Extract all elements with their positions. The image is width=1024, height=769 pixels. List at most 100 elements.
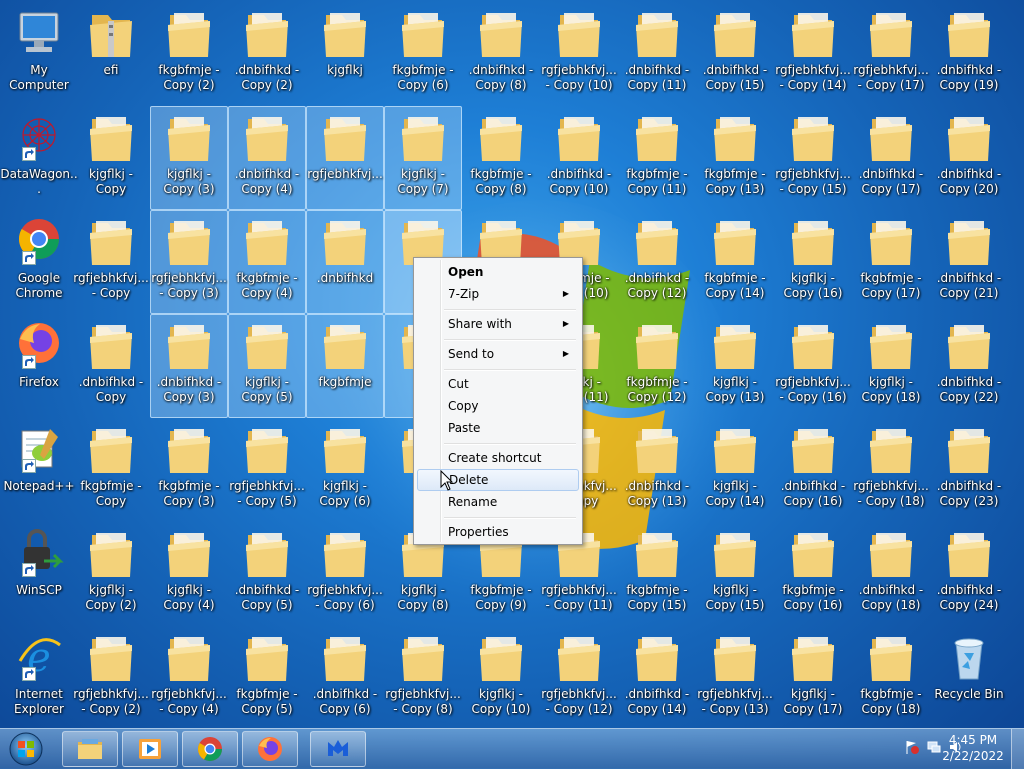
desktop-icon[interactable]: fkgbfmje - Copy (8) [462, 106, 540, 210]
desktop-icon[interactable]: .dnbifhkd - Copy (19) [930, 2, 1008, 106]
taskbar-explorer-button[interactable] [62, 731, 118, 767]
desktop-icon[interactable]: .dnbifhkd - Copy (16) [774, 418, 852, 522]
desktop-icon[interactable]: Notepad++ [0, 418, 78, 522]
desktop-icon[interactable]: rgfjebhkfvj... - Copy (15) [774, 106, 852, 210]
desktop-icon[interactable]: .dnbifhkd - Copy (11) [618, 2, 696, 106]
desktop-icon[interactable]: .dnbifhkd - Copy (12) [618, 210, 696, 314]
desktop-icon[interactable]: .dnbifhkd - Copy (4) [228, 106, 306, 210]
desktop-icon[interactable]: .dnbifhkd - Copy (20) [930, 106, 1008, 210]
action-center-flag-icon[interactable] [904, 739, 920, 755]
desktop-icon[interactable]: My Computer [0, 2, 78, 106]
menu-paste[interactable]: Paste [417, 417, 579, 439]
desktop-icon[interactable]: efi [72, 2, 150, 106]
desktop-icon[interactable]: rgfjebhkfvj... - Copy (2) [72, 626, 150, 730]
desktop-icon[interactable]: .dnbifhkd - Copy (10) [540, 106, 618, 210]
desktop-icon[interactable]: fkgbfmje - Copy (2) [150, 2, 228, 106]
taskbar-chrome-button[interactable] [182, 731, 238, 767]
desktop-icon[interactable]: rgfjebhkfvj... - Copy (16) [774, 314, 852, 418]
desktop-icon[interactable]: rgfjebhkfvj... [306, 106, 384, 210]
menu-share-with[interactable]: Share with ▶ [417, 313, 579, 335]
desktop-icon[interactable]: fkgbfmje - Copy (3) [150, 418, 228, 522]
desktop-icon[interactable]: rgfjebhkfvj... - Copy (10) [540, 2, 618, 106]
desktop-icon[interactable]: kjgflkj - Copy (14) [696, 418, 774, 522]
desktop-icon[interactable]: .dnbifhkd - Copy (15) [696, 2, 774, 106]
desktop-icon[interactable]: fkgbfmje - Copy (18) [852, 626, 930, 730]
desktop-icon[interactable]: .dnbifhkd - Copy (3) [150, 314, 228, 418]
menu-create-shortcut[interactable]: Create shortcut [417, 447, 579, 469]
menu-7zip[interactable]: 7-Zip ▶ [417, 283, 579, 305]
desktop-icon[interactable]: fkgbfmje - Copy (4) [228, 210, 306, 314]
desktop-icon[interactable]: Google Chrome [0, 210, 78, 314]
desktop-icon[interactable]: kjgflkj - Copy (3) [150, 106, 228, 210]
desktop-icon[interactable]: .dnbifhkd - Copy (21) [930, 210, 1008, 314]
desktop-icon[interactable]: kjgflkj - Copy (10) [462, 626, 540, 730]
desktop-icon[interactable]: WinSCP [0, 522, 78, 626]
desktop-icon[interactable]: rgfjebhkfvj... - Copy (8) [384, 626, 462, 730]
desktop-icon[interactable]: rgfjebhkfvj... - Copy (12) [540, 626, 618, 730]
menu-rename[interactable]: Rename [417, 491, 579, 513]
desktop-icon[interactable]: .dnbifhkd - Copy (17) [852, 106, 930, 210]
desktop-icon[interactable]: .dnbifhkd - Copy (13) [618, 418, 696, 522]
desktop-icon[interactable]: fkgbfmje - Copy (11) [618, 106, 696, 210]
desktop-icon[interactable]: kjgflkj - Copy (18) [852, 314, 930, 418]
menu-send-to[interactable]: Send to ▶ [417, 343, 579, 365]
menu-cut[interactable]: Cut [417, 373, 579, 395]
desktop-icon[interactable]: fkgbfmje [306, 314, 384, 418]
desktop-icon[interactable]: .dnbifhkd - Copy (24) [930, 522, 1008, 626]
desktop-icon[interactable]: .dnbifhkd - Copy (5) [228, 522, 306, 626]
desktop-icon[interactable]: kjgflkj - Copy (2) [72, 522, 150, 626]
folder-icon [632, 7, 682, 61]
desktop-icon[interactable]: kjgflkj - Copy (4) [150, 522, 228, 626]
desktop-icon[interactable]: .dnbifhkd - Copy (22) [930, 314, 1008, 418]
desktop-icon[interactable]: fkgbfmje - Copy (5) [228, 626, 306, 730]
desktop-icon[interactable]: .dnbifhkd - Copy (6) [306, 626, 384, 730]
desktop-icon[interactable]: .dnbifhkd - Copy (23) [930, 418, 1008, 522]
desktop-icon[interactable]: fkgbfmje - Copy (16) [774, 522, 852, 626]
start-button[interactable] [4, 731, 48, 767]
desktop-icon[interactable]: rgfjebhkfvj... - Copy [72, 210, 150, 314]
desktop-icon[interactable]: rgfjebhkfvj... - Copy (17) [852, 2, 930, 106]
desktop-icon[interactable]: rgfjebhkfvj... - Copy (13) [696, 626, 774, 730]
show-desktop-button[interactable] [1011, 729, 1024, 769]
desktop-icon[interactable]: .dnbifhkd - Copy [72, 314, 150, 418]
desktop-icon[interactable]: .dnbifhkd - Copy (18) [852, 522, 930, 626]
desktop-icon[interactable]: fkgbfmje - Copy (15) [618, 522, 696, 626]
desktop-icon[interactable]: kjgflkj - Copy (5) [228, 314, 306, 418]
desktop-icon[interactable]: DataWagon... [0, 106, 78, 210]
desktop-icon[interactable]: fkgbfmje - Copy (6) [384, 2, 462, 106]
menu-copy[interactable]: Copy [417, 395, 579, 417]
desktop-icon[interactable]: kjgflkj - Copy (16) [774, 210, 852, 314]
desktop-icon[interactable]: rgfjebhkfvj... - Copy (5) [228, 418, 306, 522]
desktop-icon[interactable]: fkgbfmje - Copy (17) [852, 210, 930, 314]
desktop-icon[interactable]: kjgflkj - Copy (15) [696, 522, 774, 626]
desktop-icon[interactable]: .dnbifhkd [306, 210, 384, 314]
desktop-icon[interactable]: fkgbfmje - Copy (13) [696, 106, 774, 210]
taskbar-malwarebytes-button[interactable] [310, 731, 366, 767]
desktop-icon[interactable]: rgfjebhkfvj... - Copy (18) [852, 418, 930, 522]
desktop-icon[interactable]: kjgflkj - Copy [72, 106, 150, 210]
desktop-icon[interactable]: kjgflkj - Copy (6) [306, 418, 384, 522]
desktop-icon[interactable]: kjgflkj - Copy (7) [384, 106, 462, 210]
desktop-icon[interactable]: rgfjebhkfvj... - Copy (4) [150, 626, 228, 730]
desktop-icon[interactable]: e Internet Explorer [0, 626, 78, 730]
desktop-icon[interactable]: Firefox [0, 314, 78, 418]
menu-open[interactable]: Open [417, 261, 579, 283]
desktop-icon[interactable]: Recycle Bin [930, 626, 1008, 730]
menu-properties[interactable]: Properties [417, 521, 579, 543]
menu-paste-label: Paste [448, 421, 481, 435]
desktop-icon[interactable]: kjgflkj [306, 2, 384, 106]
desktop-icon[interactable]: rgfjebhkfvj... - Copy (14) [774, 2, 852, 106]
desktop-icon[interactable]: .dnbifhkd - Copy (8) [462, 2, 540, 106]
desktop-icon[interactable]: rgfjebhkfvj... - Copy (3) [150, 210, 228, 314]
desktop-icon[interactable]: kjgflkj - Copy (13) [696, 314, 774, 418]
desktop-icon[interactable]: .dnbifhkd - Copy (2) [228, 2, 306, 106]
desktop-icon[interactable]: fkgbfmje - Copy [72, 418, 150, 522]
taskbar-clock[interactable]: 4:45 PM 2/22/2022 [938, 732, 1008, 764]
taskbar-firefox-button[interactable] [242, 731, 298, 767]
desktop-icon[interactable]: fkgbfmje - Copy (12) [618, 314, 696, 418]
taskbar-media-player-button[interactable] [122, 731, 178, 767]
desktop-icon[interactable]: rgfjebhkfvj... - Copy (6) [306, 522, 384, 626]
desktop-icon[interactable]: fkgbfmje - Copy (14) [696, 210, 774, 314]
desktop-icon[interactable]: .dnbifhkd - Copy (14) [618, 626, 696, 730]
desktop-icon[interactable]: kjgflkj - Copy (17) [774, 626, 852, 730]
